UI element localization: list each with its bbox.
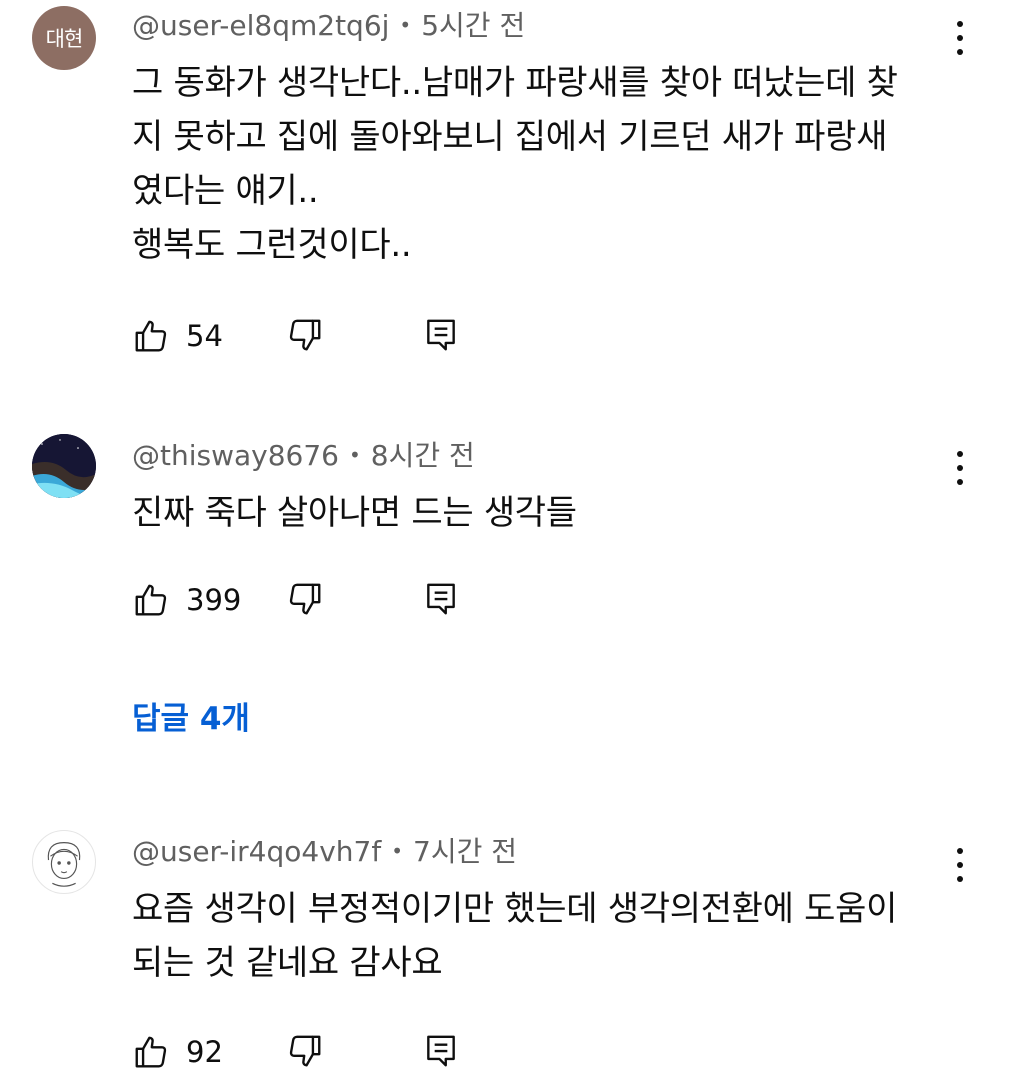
- avatar[interactable]: 대현: [32, 6, 96, 70]
- reply-button[interactable]: [422, 1032, 460, 1070]
- reply-button[interactable]: [422, 316, 460, 354]
- dislike-button[interactable]: [286, 316, 324, 354]
- like-count: 399: [186, 583, 242, 617]
- thumbs-down-icon: [289, 1035, 321, 1067]
- reply-icon: [427, 319, 455, 351]
- comment-author[interactable]: @user-ir4qo4vh7f: [132, 835, 381, 868]
- avatar[interactable]: [32, 434, 96, 498]
- reply-button[interactable]: [422, 580, 460, 618]
- like-count: 54: [186, 319, 223, 353]
- comment-time: 5시간 전: [421, 9, 526, 42]
- like-button[interactable]: 92: [132, 1032, 223, 1072]
- thumbs-down-icon: [289, 583, 321, 615]
- like-button[interactable]: 54: [132, 316, 223, 356]
- comment-text: 요즘 생각이 부정적이기만 했는데 생각의전환에 도움이 되는 것 같네요 감사…: [132, 889, 898, 983]
- comment-text: 진짜 죽다 살아나면 드는 생각들: [132, 493, 577, 533]
- more-vert-icon[interactable]: [948, 18, 972, 58]
- reply-icon: [427, 583, 455, 615]
- comment-time: 8시간 전: [370, 439, 475, 472]
- thumbs-up-icon: [135, 584, 167, 616]
- comment-author[interactable]: @user-el8qm2tq6j: [132, 9, 389, 42]
- avatar[interactable]: [32, 830, 96, 894]
- avatar-image: [32, 434, 96, 498]
- comment-actions: 54: [132, 316, 532, 356]
- view-replies-button[interactable]: 답글 4개: [132, 697, 250, 741]
- comment-meta: @user-ir4qo4vh7f • 7시간 전: [132, 833, 517, 870]
- more-vert-icon[interactable]: [948, 448, 972, 488]
- comment-author[interactable]: @thisway8676: [132, 439, 339, 472]
- avatar-image: [47, 842, 81, 887]
- comment-actions: 92: [132, 1032, 532, 1072]
- comment-text: 그 동화가 생각난다..남매가 파랑새를 찾아 떠났는데 찾 지 못하고 집에 …: [132, 63, 898, 265]
- like-button[interactable]: 399: [132, 580, 241, 620]
- separator-dot: •: [399, 13, 412, 37]
- comment-actions: 399: [132, 580, 532, 620]
- comment-time: 7시간 전: [413, 835, 517, 868]
- reply-icon: [427, 1035, 455, 1067]
- like-count: 92: [186, 1035, 223, 1069]
- thumbs-down-icon: [289, 319, 321, 351]
- thumbs-up-icon: [135, 1036, 167, 1068]
- separator-dot: •: [391, 839, 403, 863]
- separator-dot: •: [348, 443, 361, 467]
- avatar-initials: 대현: [45, 27, 84, 51]
- dislike-button[interactable]: [286, 580, 324, 618]
- comment-meta: @thisway8676 • 8시간 전: [132, 437, 475, 474]
- comment-meta: @user-el8qm2tq6j • 5시간 전: [132, 7, 525, 44]
- dislike-button[interactable]: [286, 1032, 324, 1070]
- thumbs-up-icon: [135, 320, 167, 352]
- more-vert-icon[interactable]: [948, 845, 972, 885]
